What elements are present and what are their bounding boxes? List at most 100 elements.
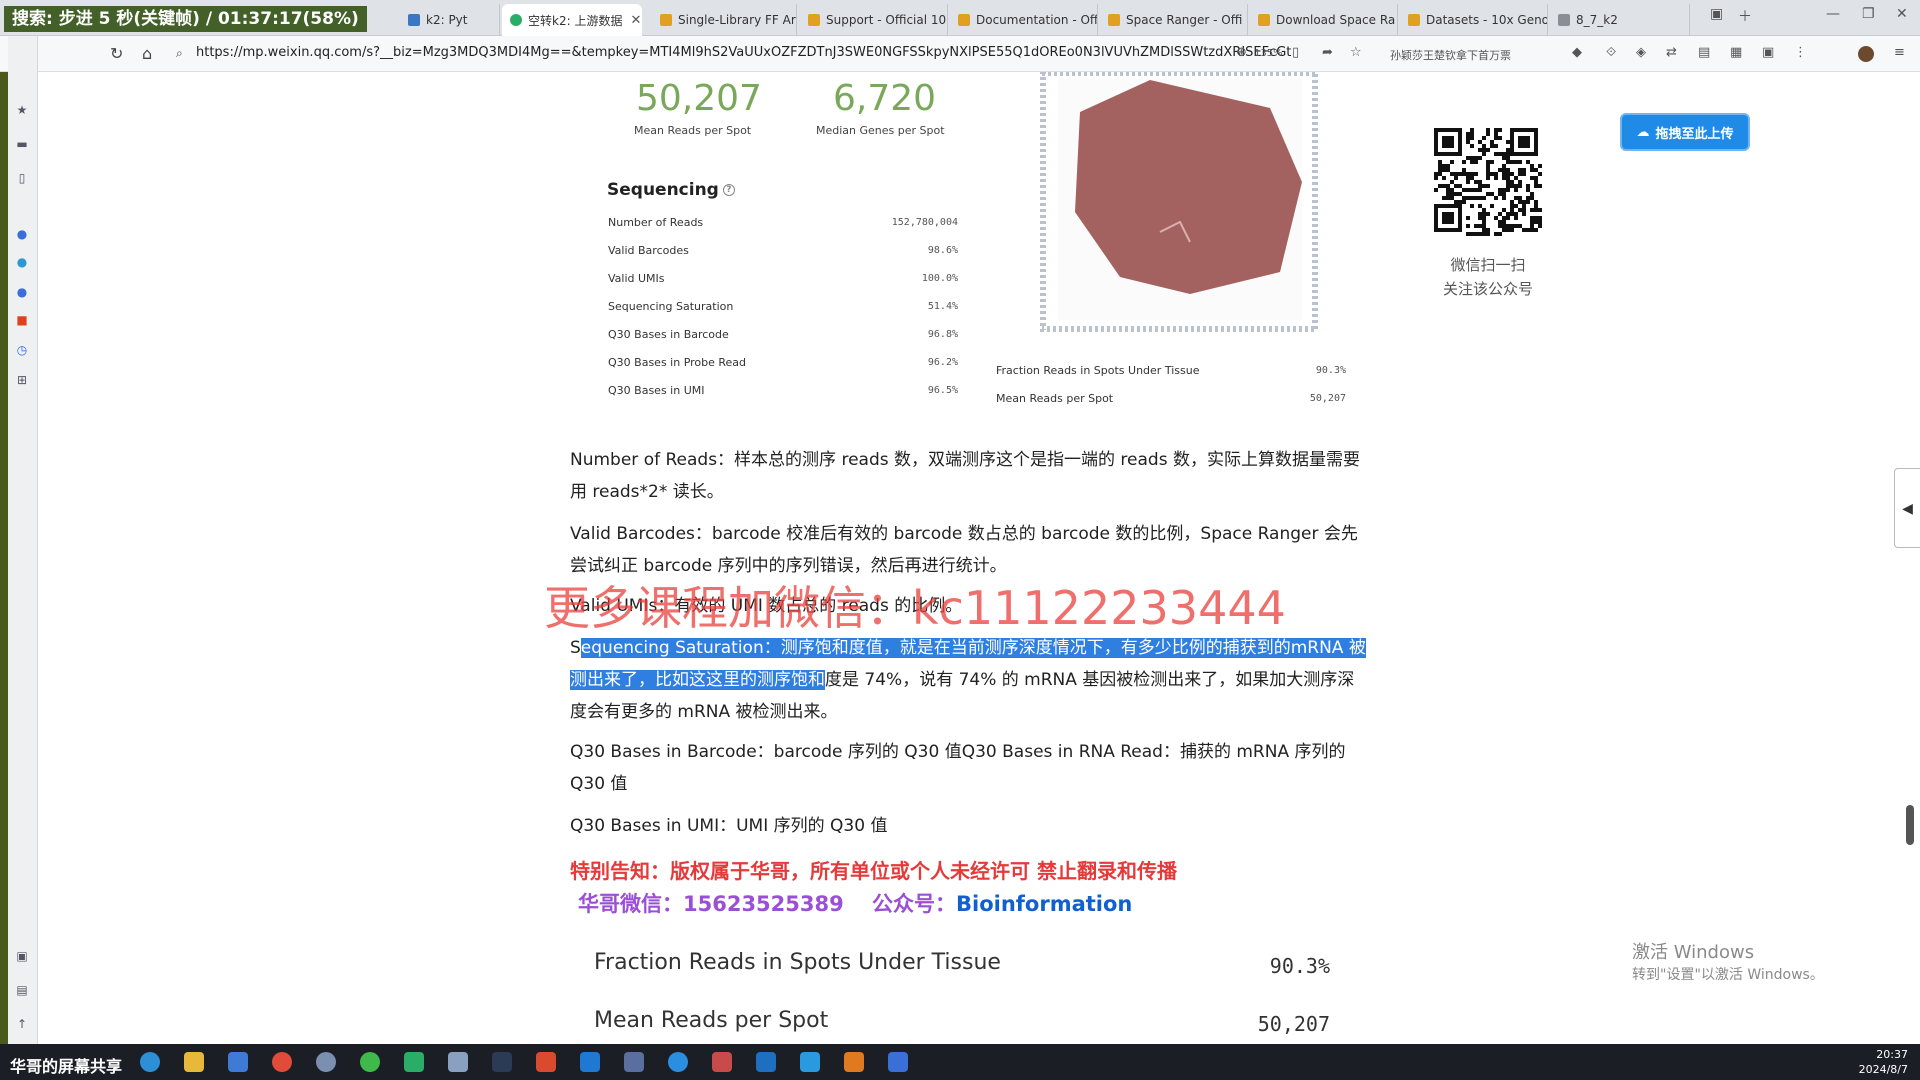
scrollbar-thumb[interactable] <box>1906 805 1914 845</box>
qr-module <box>1442 164 1446 168</box>
10x-icon <box>958 14 970 26</box>
shield-icon[interactable] <box>888 1052 908 1072</box>
file-explorer-icon[interactable] <box>184 1052 204 1072</box>
avatar[interactable] <box>1858 46 1874 62</box>
menu-icon[interactable]: ≡ <box>1894 45 1905 60</box>
extension-icon[interactable]: ◆ <box>1572 45 1582 60</box>
app-icon[interactable] <box>580 1052 600 1072</box>
tab-8-7-k2[interactable]: 8_7_k2 <box>1550 4 1690 36</box>
qr-module <box>1442 184 1446 188</box>
more-icon[interactable]: ⋮ <box>1794 45 1807 60</box>
search-suggestion[interactable]: 孙颖莎王楚钦拿下首万票 <box>1390 47 1511 63</box>
app-icon[interactable] <box>624 1052 644 1072</box>
share-icon[interactable]: ➦ <box>1322 45 1333 60</box>
wechat-work-icon[interactable] <box>404 1052 424 1072</box>
close-icon[interactable]: ✕ <box>630 13 641 28</box>
qr-module <box>1478 188 1482 192</box>
qr-module <box>1490 160 1494 164</box>
pin-icon[interactable]: ↑ <box>14 1016 30 1032</box>
app-icon[interactable]: ■ <box>14 312 30 328</box>
tab-datasets[interactable]: Datasets - 10x Geno <box>1400 4 1548 36</box>
add-icon[interactable]: ⊞ <box>14 372 30 388</box>
extension-icon[interactable]: ▦ <box>1730 45 1742 60</box>
clock-icon[interactable]: ◷ <box>14 342 30 358</box>
video-overlay-text: 搜索: 步进 5 秒(关键帧) / 01:37:17(58%) <box>4 6 367 32</box>
chrome-icon[interactable] <box>272 1052 292 1072</box>
qr-module <box>1510 160 1514 164</box>
qr-module <box>1458 184 1462 188</box>
extension-icon[interactable]: ▤ <box>1698 45 1710 60</box>
qr-module <box>1442 176 1446 180</box>
extension-icon[interactable]: ▣ <box>1762 45 1774 60</box>
tab-space-ranger[interactable]: Space Ranger - Offi <box>1100 4 1248 36</box>
wps-icon[interactable] <box>536 1052 556 1072</box>
qr-module <box>1490 144 1494 148</box>
qr-module <box>1502 196 1506 200</box>
qr-module <box>1446 168 1450 172</box>
tissue-stat-label: Fraction Reads in Spots Under Tissue <box>996 364 1200 377</box>
phone-icon[interactable]: ▯ <box>14 170 30 186</box>
qr-module <box>1434 172 1438 176</box>
reload-icon[interactable]: ↻ <box>110 44 123 63</box>
qr-module <box>1478 196 1482 200</box>
taskbar: 华哥的屏幕共享 20:37 2024/8/7 <box>0 1044 1920 1080</box>
terminal-icon[interactable] <box>492 1052 512 1072</box>
home-icon[interactable]: ⌂ <box>142 44 152 63</box>
upload-button[interactable]: ☁ 拖拽至此上传 <box>1620 113 1750 151</box>
edge-icon[interactable] <box>140 1052 160 1072</box>
qr-finder <box>1442 136 1454 148</box>
qr-module <box>1470 128 1474 132</box>
help-icon[interactable]: ? <box>722 184 735 196</box>
favorite-icon[interactable]: ☆ <box>1350 45 1362 60</box>
new-tab-icon[interactable]: ＋ <box>1738 6 1752 26</box>
qr-caption-1: 微信扫一扫 <box>1450 256 1526 274</box>
qr-module <box>1498 232 1502 236</box>
tab-list-icon[interactable]: ▣ <box>1710 6 1723 22</box>
close-window-icon[interactable]: ✕ <box>1896 6 1908 22</box>
extension-icon[interactable]: ◈ <box>1636 45 1646 60</box>
qr-module <box>1534 176 1538 180</box>
qr-module <box>1470 172 1474 176</box>
tab-python[interactable]: k2: Pyt <box>400 4 500 36</box>
bag-icon[interactable]: ▤ <box>14 982 30 998</box>
app-icon[interactable]: ● <box>14 284 30 300</box>
tab-documentation[interactable]: Documentation - Off <box>950 4 1098 36</box>
extension-icon[interactable]: ⇄ <box>1666 45 1677 60</box>
qr-module <box>1490 172 1494 176</box>
qr-module <box>1510 180 1514 184</box>
wechat-icon[interactable] <box>360 1052 380 1072</box>
qr-finder <box>1518 136 1530 148</box>
download-icon[interactable]: ▣ <box>14 948 30 964</box>
extension-icon[interactable]: ⟐ <box>1606 45 1616 60</box>
tab-wechat-article[interactable]: 空转k2: 上游数据 ✕ <box>502 4 642 36</box>
app-icon[interactable] <box>448 1052 468 1072</box>
app-icon[interactable]: ● <box>14 226 30 242</box>
favorites-icon[interactable]: ★ <box>14 102 30 118</box>
app-icon[interactable] <box>844 1052 864 1072</box>
tab-label: Space Ranger - Offi <box>1126 13 1243 27</box>
qr-module <box>1530 196 1534 200</box>
app-icon[interactable] <box>712 1052 732 1072</box>
qr-module <box>1474 188 1478 192</box>
qr-module <box>1454 184 1458 188</box>
app-icon[interactable] <box>800 1052 820 1072</box>
folder-icon[interactable]: ▬ <box>14 136 30 152</box>
minimize-icon[interactable]: — <box>1826 6 1840 22</box>
collapse-panel-button[interactable]: ◀ <box>1894 468 1920 548</box>
app-icon[interactable] <box>756 1052 776 1072</box>
tab-download[interactable]: Download Space Ra <box>1250 4 1398 36</box>
zoom-icon[interactable]: ⊕ <box>1236 45 1247 60</box>
browser-icon[interactable] <box>228 1052 248 1072</box>
tab-single-library[interactable]: Single-Library FF Ar <box>652 4 797 36</box>
app-icon[interactable]: ● <box>14 254 30 270</box>
r-icon[interactable] <box>316 1052 336 1072</box>
restore-icon[interactable]: ❐ <box>1862 6 1875 22</box>
sequencing-row-label: Q30 Bases in UMI <box>608 384 705 397</box>
tab-support[interactable]: Support - Official 10 <box>800 4 948 36</box>
gzh-label: 公众号： <box>872 892 956 916</box>
reader-icon[interactable]: ▯ <box>1292 45 1299 60</box>
app-icon[interactable] <box>668 1052 688 1072</box>
url-field[interactable]: https://mp.weixin.qq.com/s?__biz=Mzg3MDQ… <box>196 45 1291 60</box>
qr-module <box>1486 164 1490 168</box>
qr-module <box>1478 204 1482 208</box>
